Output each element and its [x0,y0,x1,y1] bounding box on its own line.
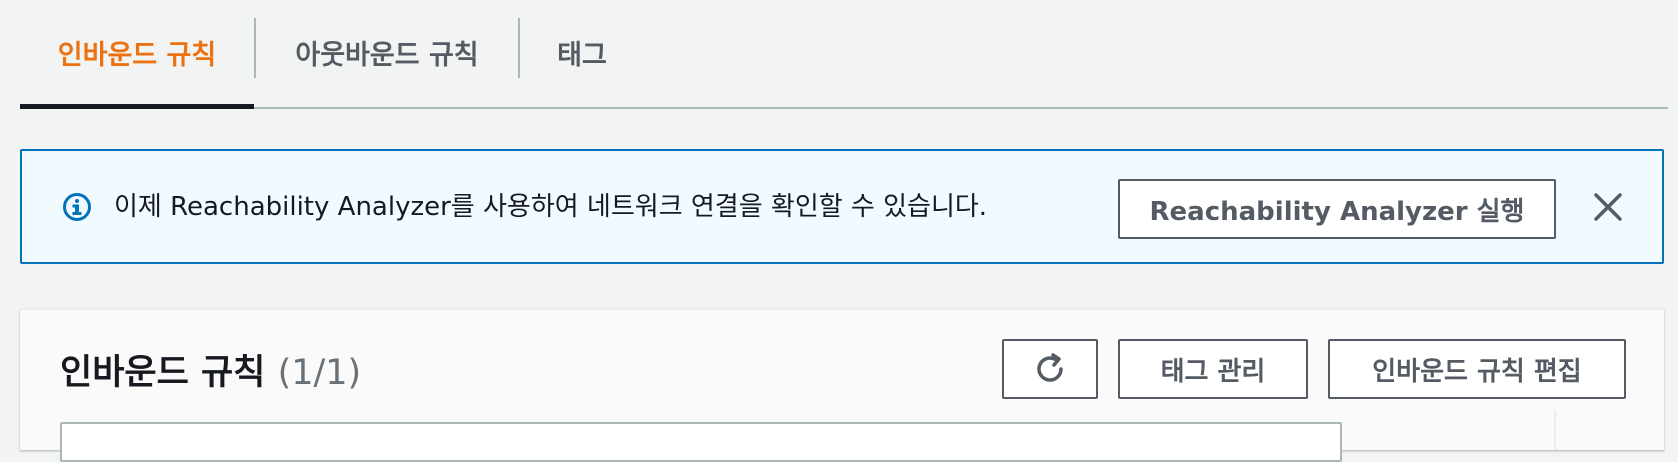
rule-count: (1/1) [277,353,362,393]
tab-label: 아웃바운드 규칙 [295,40,479,71]
panel-title-text: 인바운드 규칙 [60,353,266,393]
flash-message: 이제 Reachability Analyzer를 사용하여 네트워크 연결을 … [114,192,988,222]
tab-tags[interactable]: 태그 [520,0,644,105]
manage-tags-button[interactable]: 태그 관리 [1118,339,1308,399]
active-tab-indicator [20,104,254,109]
tab-outbound-rules[interactable]: 아웃바운드 규칙 [256,0,518,105]
tab-label: 태그 [557,40,607,71]
tab-inbound-rules[interactable]: 인바운드 규칙 [20,0,254,105]
info-flash-banner: 이제 Reachability Analyzer를 사용하여 네트워크 연결을 … [20,149,1664,264]
tab-bar: 인바운드 규칙 아웃바운드 규칙 태그 [20,0,1668,109]
refresh-icon [1037,353,1063,382]
edit-inbound-rules-button[interactable]: 인바운드 규칙 편집 [1328,339,1626,399]
run-reachability-analyzer-button[interactable]: Reachability Analyzer 실행 [1118,179,1556,239]
panel-title: 인바운드 규칙 (1/1) [60,344,361,395]
close-icon[interactable] [1590,189,1626,225]
inbound-rules-panel: 인바운드 규칙 (1/1) 태그 관리 인바운드 규칙 편집 [20,309,1664,462]
panel-divider [1554,410,1556,450]
info-circle-icon [63,193,91,221]
tab-label: 인바운드 규칙 [57,40,217,71]
refresh-button[interactable] [1002,339,1098,399]
filter-input[interactable] [60,422,1342,462]
